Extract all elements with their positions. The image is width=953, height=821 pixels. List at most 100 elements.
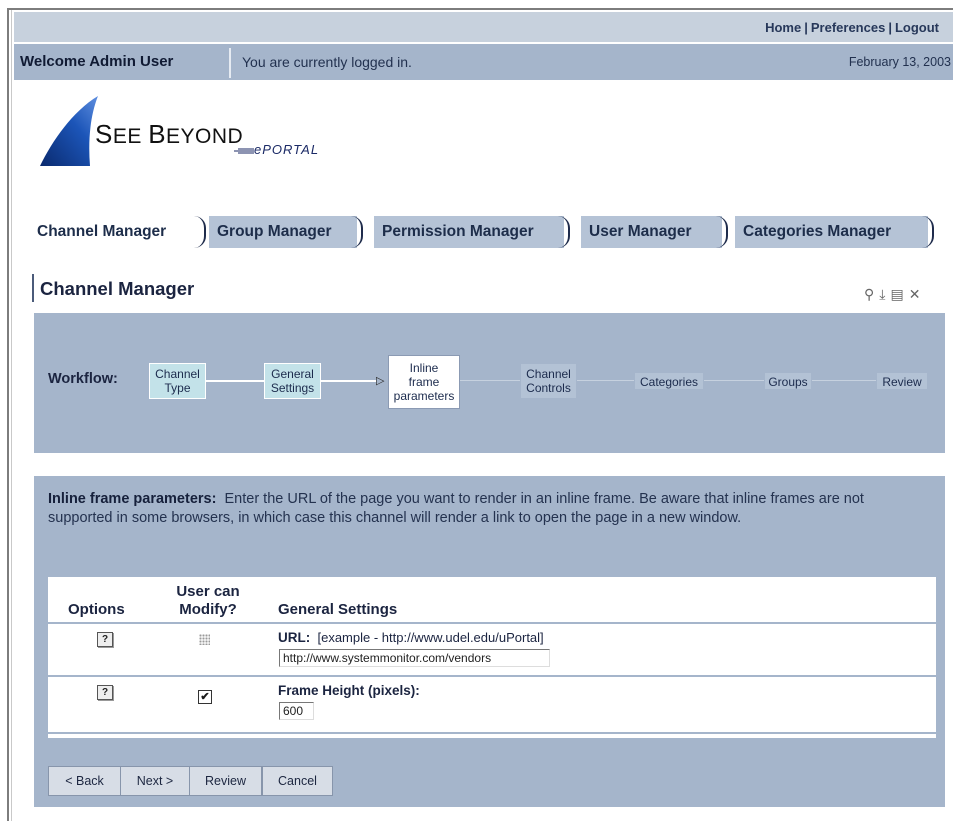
- window-frame-top: [7, 8, 953, 10]
- step-label: Groups: [768, 375, 808, 389]
- step-label: Channel: [526, 367, 571, 381]
- row-divider: [48, 622, 936, 624]
- tab-edge: [558, 216, 570, 248]
- step-label: Inline: [409, 361, 439, 375]
- step-label: Channel: [155, 367, 200, 381]
- top-links: Home | Preferences | Logout: [765, 20, 939, 35]
- workflow-arrow-icon: ▷: [376, 375, 385, 387]
- window-frame-inner-left: [11, 10, 12, 821]
- welcome-user: Welcome Admin User: [14, 44, 226, 80]
- cancel-button[interactable]: Cancel: [262, 766, 333, 796]
- step-label: General: [271, 367, 314, 381]
- review-button[interactable]: Review: [189, 766, 262, 796]
- speed-lines-icon: [234, 148, 254, 154]
- tab-group-manager[interactable]: Group Manager: [209, 216, 363, 248]
- seebeyond-logo-icon: [40, 96, 98, 166]
- tab-permission-manager[interactable]: Permission Manager: [374, 216, 570, 248]
- workflow-step-inline-frame-parameters[interactable]: Inline frame parameters: [388, 355, 460, 409]
- logout-link[interactable]: Logout: [895, 20, 939, 35]
- frame-height-field-label: Frame Height (pixels):: [278, 683, 420, 698]
- workflow-step-general-settings[interactable]: General Settings: [264, 363, 321, 399]
- row-divider: [48, 732, 936, 734]
- top-bar: Home | Preferences | Logout: [14, 12, 953, 42]
- tab-label: Group Manager: [217, 223, 332, 240]
- preferences-link[interactable]: Preferences: [811, 20, 885, 35]
- url-label: URL:: [278, 630, 311, 645]
- header-line: User can: [176, 583, 240, 600]
- tab-categories-manager[interactable]: Categories Manager: [735, 216, 934, 248]
- workflow-step-groups[interactable]: Groups: [764, 372, 812, 390]
- current-date: February 13, 2003: [848, 55, 951, 69]
- product-name: ePORTAL: [234, 142, 319, 157]
- step-label: Categories: [639, 375, 699, 389]
- column-header-general-settings: General Settings: [278, 601, 398, 618]
- tab-channel-manager[interactable]: Channel Manager: [29, 216, 206, 248]
- settings-panel: Inline frame parameters: Enter the URL o…: [34, 476, 945, 807]
- header-line: Modify?: [179, 601, 237, 618]
- link-separator: |: [888, 20, 892, 35]
- brand-text: EYOND: [166, 125, 244, 148]
- step-label: parameters: [393, 389, 455, 403]
- tab-label: Categories Manager: [743, 223, 892, 240]
- welcome-divider: [229, 48, 231, 78]
- title-accent-bar: [32, 274, 34, 302]
- help-icon[interactable]: ?: [97, 685, 113, 700]
- workflow-connector: [577, 380, 634, 381]
- tab-user-manager[interactable]: User Manager: [581, 216, 728, 248]
- frame-height-input[interactable]: [279, 702, 314, 720]
- url-hint: [example - http://www.udel.edu/uPortal]: [317, 630, 544, 645]
- section-intro: Inline frame parameters: Enter the URL o…: [48, 490, 928, 528]
- tab-label: Permission Manager: [382, 223, 534, 240]
- workflow-step-channel-type[interactable]: Channel Type: [149, 363, 206, 399]
- step-label: Controls: [526, 381, 571, 395]
- tab-label: Channel Manager: [37, 223, 167, 240]
- tab-edge: [716, 216, 728, 248]
- step-label: frame: [408, 375, 440, 389]
- section-heading: Inline frame parameters:: [48, 491, 217, 507]
- url-field-label: URL: [example - http://www.udel.edu/uPor…: [278, 630, 544, 645]
- frame-height-label: Frame Height (pixels):: [278, 683, 420, 698]
- user-can-modify-checkbox[interactable]: ✔: [198, 690, 212, 704]
- window-frame-left: [7, 8, 9, 821]
- workflow-connector: [704, 380, 764, 381]
- brand-wordmark: SEE BEYOND: [95, 119, 243, 150]
- modify-disabled-icon: [199, 634, 210, 645]
- workflow-step-review[interactable]: Review: [876, 372, 928, 390]
- home-link[interactable]: Home: [765, 20, 801, 35]
- login-status: You are currently logged in.: [242, 54, 412, 70]
- step-label: Review: [882, 375, 922, 389]
- welcome-bar: Welcome Admin User You are currently log…: [14, 44, 953, 80]
- url-input[interactable]: [279, 649, 550, 667]
- workflow-connector: [206, 380, 264, 382]
- link-separator: |: [804, 20, 808, 35]
- step-label: Settings: [270, 381, 315, 395]
- product-label: ePORTAL: [254, 142, 320, 157]
- step-label: Type: [164, 381, 191, 395]
- tab-edge: [351, 216, 363, 248]
- workflow-panel: Workflow: ▷ Channel Type General Setting…: [34, 313, 945, 453]
- workflow-step-channel-controls[interactable]: Channel Controls: [520, 363, 577, 399]
- row-divider: [48, 675, 936, 677]
- column-header-options: Options: [68, 601, 125, 618]
- help-icon[interactable]: ?: [97, 632, 113, 647]
- next-button[interactable]: Next >: [120, 766, 190, 796]
- page-title: Channel Manager: [40, 278, 195, 299]
- tab-label: User Manager: [589, 223, 692, 240]
- workflow-label: Workflow:: [48, 371, 118, 387]
- settings-table: Options User can Modify? General Setting…: [48, 577, 936, 738]
- download-icon[interactable]: ⤓: [879, 286, 885, 302]
- back-button[interactable]: < Back: [48, 766, 121, 796]
- workflow-step-categories[interactable]: Categories: [634, 372, 704, 390]
- brand-letter: B: [148, 119, 167, 149]
- column-header-user-can-modify: User can Modify?: [168, 583, 248, 619]
- brand-letter: S: [95, 119, 113, 149]
- workflow-connector: [812, 380, 876, 381]
- brand-text: EE: [112, 125, 149, 148]
- magnifier-icon[interactable]: ⚲: [864, 286, 874, 302]
- properties-icon[interactable]: ▤: [890, 286, 903, 302]
- tab-edge: [922, 216, 934, 248]
- tab-edge: [194, 216, 206, 248]
- close-icon[interactable]: ✕: [909, 286, 921, 302]
- channel-toolbar: ⚲ ⤓ ▤ ✕: [864, 286, 925, 303]
- workflow-connector: [460, 380, 520, 381]
